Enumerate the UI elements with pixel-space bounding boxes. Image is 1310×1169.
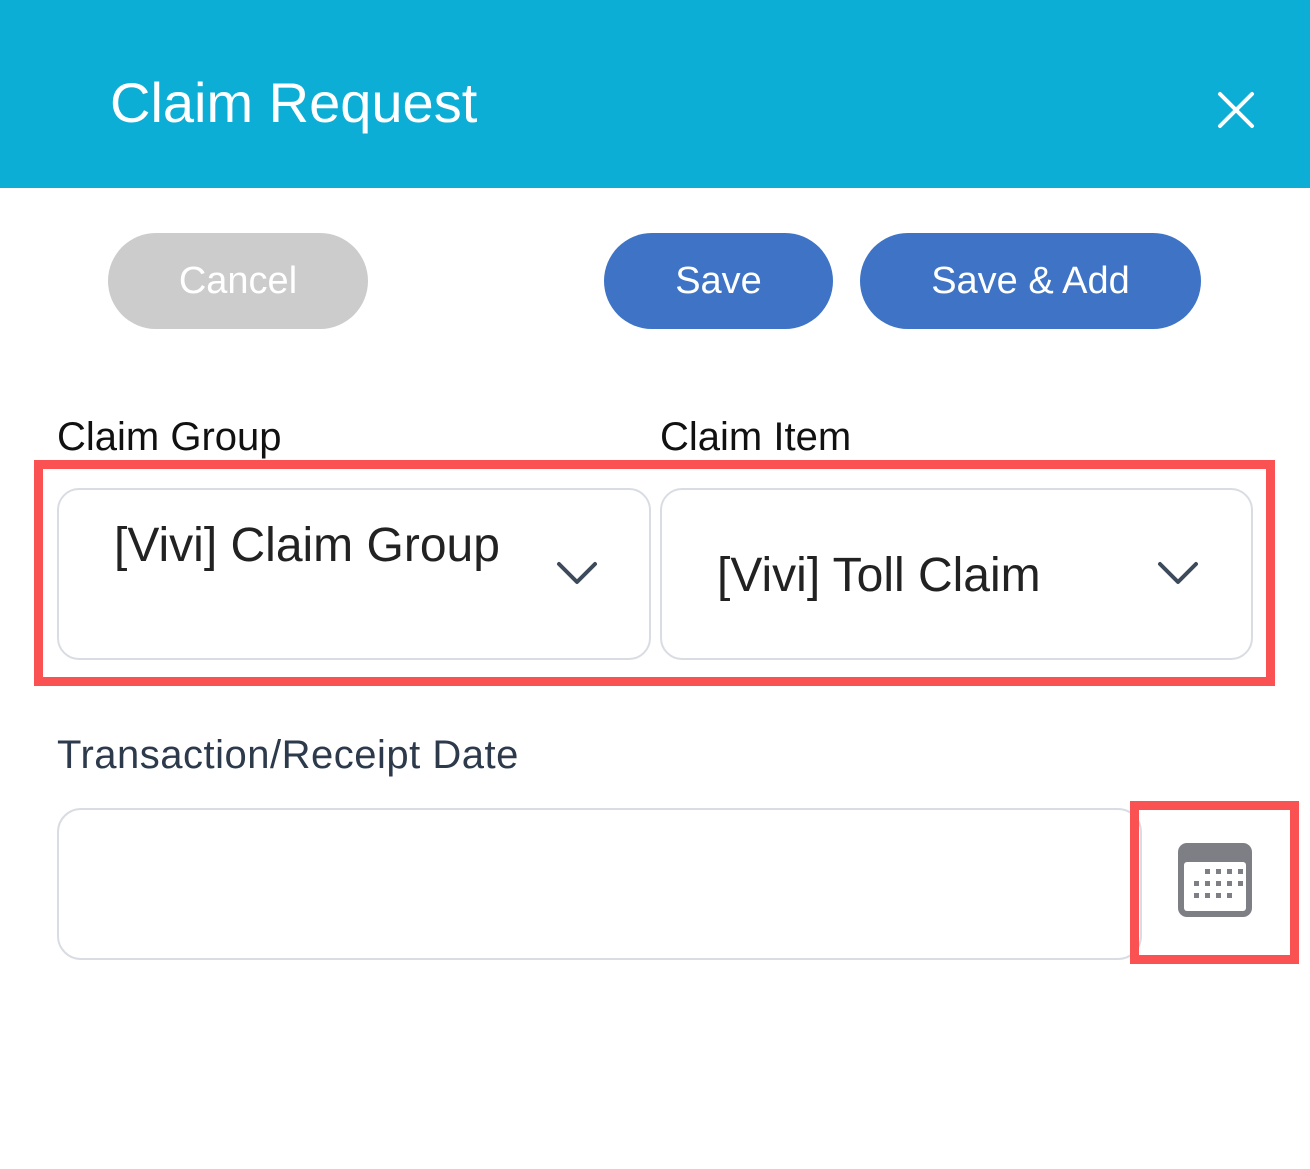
cancel-button[interactable]: Cancel (108, 233, 368, 329)
chevron-down-icon (1158, 562, 1198, 584)
save-and-add-button[interactable]: Save & Add (860, 233, 1201, 329)
transaction-date-label: Transaction/Receipt Date (57, 733, 519, 777)
transaction-date-input[interactable] (57, 808, 1142, 960)
chevron-down-icon (557, 562, 597, 584)
save-button[interactable]: Save (604, 233, 833, 329)
claim-group-value: [Vivi] Claim Group (114, 519, 500, 572)
claim-item-label: Claim Item (660, 415, 852, 459)
dialog-header: Claim Request (0, 0, 1310, 188)
claim-group-label: Claim Group (57, 415, 282, 459)
claim-group-select[interactable]: [Vivi] Claim Group (57, 488, 651, 660)
claim-item-select[interactable]: [Vivi] Toll Claim (660, 488, 1253, 660)
close-icon[interactable] (1212, 86, 1260, 134)
claim-item-value: [Vivi] Toll Claim (717, 549, 1041, 602)
calendar-icon[interactable] (1175, 840, 1255, 920)
claim-request-dialog: Claim Request Cancel Save Save & Add Cla… (0, 0, 1310, 1169)
dialog-title: Claim Request (110, 71, 478, 134)
